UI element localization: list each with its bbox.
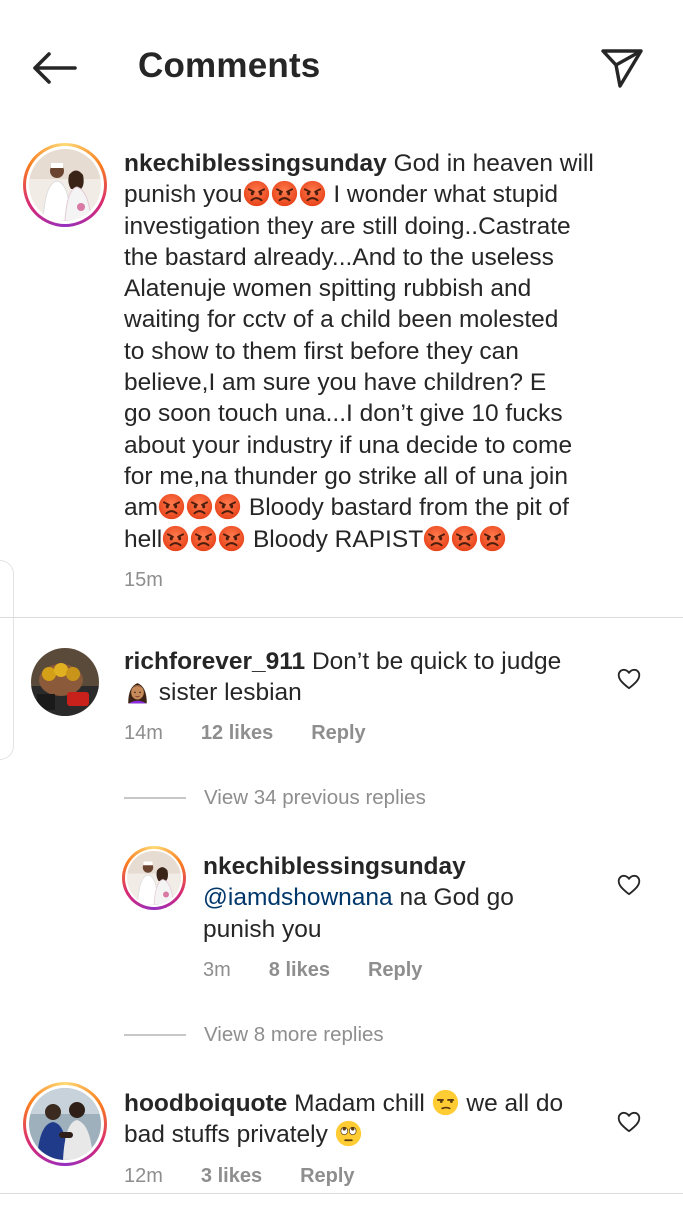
avatar[interactable] <box>23 143 107 227</box>
angry-face-icon <box>162 525 189 552</box>
comment-text: hell <box>124 525 163 553</box>
replies-line <box>124 1034 186 1036</box>
reply-button[interactable]: Reply <box>368 959 422 982</box>
avatar[interactable] <box>122 846 186 910</box>
avatar-photo <box>29 149 101 221</box>
comment-text: Bloody bastard from the pit of <box>242 494 569 522</box>
comment-text: I wonder what stupid <box>326 181 559 209</box>
like-button[interactable] <box>614 664 644 694</box>
angry-face-icon <box>271 180 298 207</box>
unamused-face-icon <box>432 1089 459 1116</box>
comment-text: bad stuffs privately <box>124 1121 335 1149</box>
angry-face-icon <box>214 493 241 520</box>
comment-text: sister lesbian <box>152 679 302 707</box>
angry-face-icon <box>243 180 270 207</box>
view-replies-label: View 34 previous replies <box>204 786 426 809</box>
angry-face-icon <box>423 525 450 552</box>
angry-face-icon <box>451 525 478 552</box>
divider <box>0 1193 683 1194</box>
angry-face-icon <box>186 493 213 520</box>
comment-text: go soon touch una...I don’t give 10 fuck… <box>124 400 563 428</box>
comment-text: God in heaven will <box>393 150 594 177</box>
reply-button[interactable]: Reply <box>311 722 365 745</box>
likes-count[interactable]: 12 likes <box>201 722 273 745</box>
avatar-photo <box>29 1088 101 1160</box>
comment-text: na God go <box>392 884 514 912</box>
comment-text: Bloody RAPIST <box>246 525 424 553</box>
side-panel-edge <box>0 560 14 760</box>
comment-text: Don’t be quick to judge <box>311 648 562 675</box>
page-title: Comments <box>138 46 321 85</box>
comment-meta: 15m <box>124 569 163 592</box>
avatar-photo <box>31 648 99 716</box>
angry-face-icon <box>218 525 245 552</box>
reply-button[interactable]: Reply <box>300 1165 354 1188</box>
comment-time: 3m <box>203 959 231 981</box>
view-previous-replies[interactable]: View 34 previous replies <box>124 786 426 810</box>
back-button[interactable] <box>28 46 80 90</box>
comment-text: to show to them first before they can <box>124 337 519 365</box>
view-more-replies[interactable]: View 8 more replies <box>124 1023 384 1047</box>
comment-meta: 12m 3 likes Reply <box>124 1165 355 1188</box>
comment-username[interactable]: hoodboiquote <box>124 1090 287 1117</box>
comment-time: 15m <box>124 569 163 591</box>
comment-body: nkechiblessingsunday God in heaven will … <box>124 148 654 555</box>
comment-text: Alatenuje women spitting rubbish and <box>124 275 532 303</box>
angry-face-icon <box>479 525 506 552</box>
comment-text: we all do <box>459 1090 564 1117</box>
mention-link[interactable]: @iamdshownana <box>203 884 393 911</box>
arrow-left-icon <box>33 52 77 84</box>
replies-line <box>124 797 186 799</box>
header: Comments <box>0 0 683 130</box>
comments-screen: Comments nkechiblessingsunday God in hea… <box>0 0 683 1215</box>
comment-body: richforever_911 Don’t be quick to judge … <box>124 646 604 709</box>
comment-text: Madam chill <box>294 1090 432 1117</box>
comment-body: hoodboiquote Madam chill we all do bad s… <box>124 1088 604 1151</box>
angry-face-icon <box>190 525 217 552</box>
view-replies-label: View 8 more replies <box>204 1023 384 1046</box>
woman-icon <box>124 678 151 705</box>
heart-icon <box>616 1109 642 1135</box>
comment-text: punish you <box>203 915 322 943</box>
like-button[interactable] <box>614 870 644 900</box>
like-button[interactable] <box>614 1107 644 1137</box>
reply-body: nkechiblessingsunday @iamdshownana na Go… <box>203 851 603 945</box>
comment-username[interactable]: nkechiblessingsunday <box>203 853 466 880</box>
angry-face-icon <box>158 493 185 520</box>
heart-icon <box>616 872 642 898</box>
comment-time: 14m <box>124 722 163 744</box>
comment-meta: 3m 8 likes Reply <box>203 959 422 982</box>
angry-face-icon <box>299 180 326 207</box>
comment-text: for me,na thunder go strike all of una j… <box>124 462 568 490</box>
eye-roll-face-icon <box>335 1120 362 1147</box>
comment-username[interactable]: nkechiblessingsunday <box>124 150 387 177</box>
comment-text: the bastard already...And to the useless <box>124 243 554 271</box>
comment-meta: 14m 12 likes Reply <box>124 722 366 745</box>
heart-icon <box>616 666 642 692</box>
paper-plane-icon <box>601 49 643 88</box>
comment-text: waiting for cctv of a child been moleste… <box>124 306 559 334</box>
likes-count[interactable]: 8 likes <box>269 959 330 982</box>
comment-text: investigation they are still doing..Cast… <box>124 212 571 240</box>
avatar[interactable] <box>31 648 99 716</box>
likes-count[interactable]: 3 likes <box>201 1165 262 1188</box>
comment-text: punish you <box>124 181 243 209</box>
share-button[interactable] <box>598 44 646 92</box>
avatar[interactable] <box>23 1082 107 1166</box>
comment-text: am <box>124 494 159 522</box>
avatar-photo <box>127 851 181 905</box>
comment-username[interactable]: richforever_911 <box>124 648 305 675</box>
divider <box>0 617 683 618</box>
comment-text: believe,I am sure you have children? E <box>124 369 547 397</box>
comment-time: 12m <box>124 1165 163 1187</box>
comment-text: about your industry if una decide to com… <box>124 431 573 459</box>
